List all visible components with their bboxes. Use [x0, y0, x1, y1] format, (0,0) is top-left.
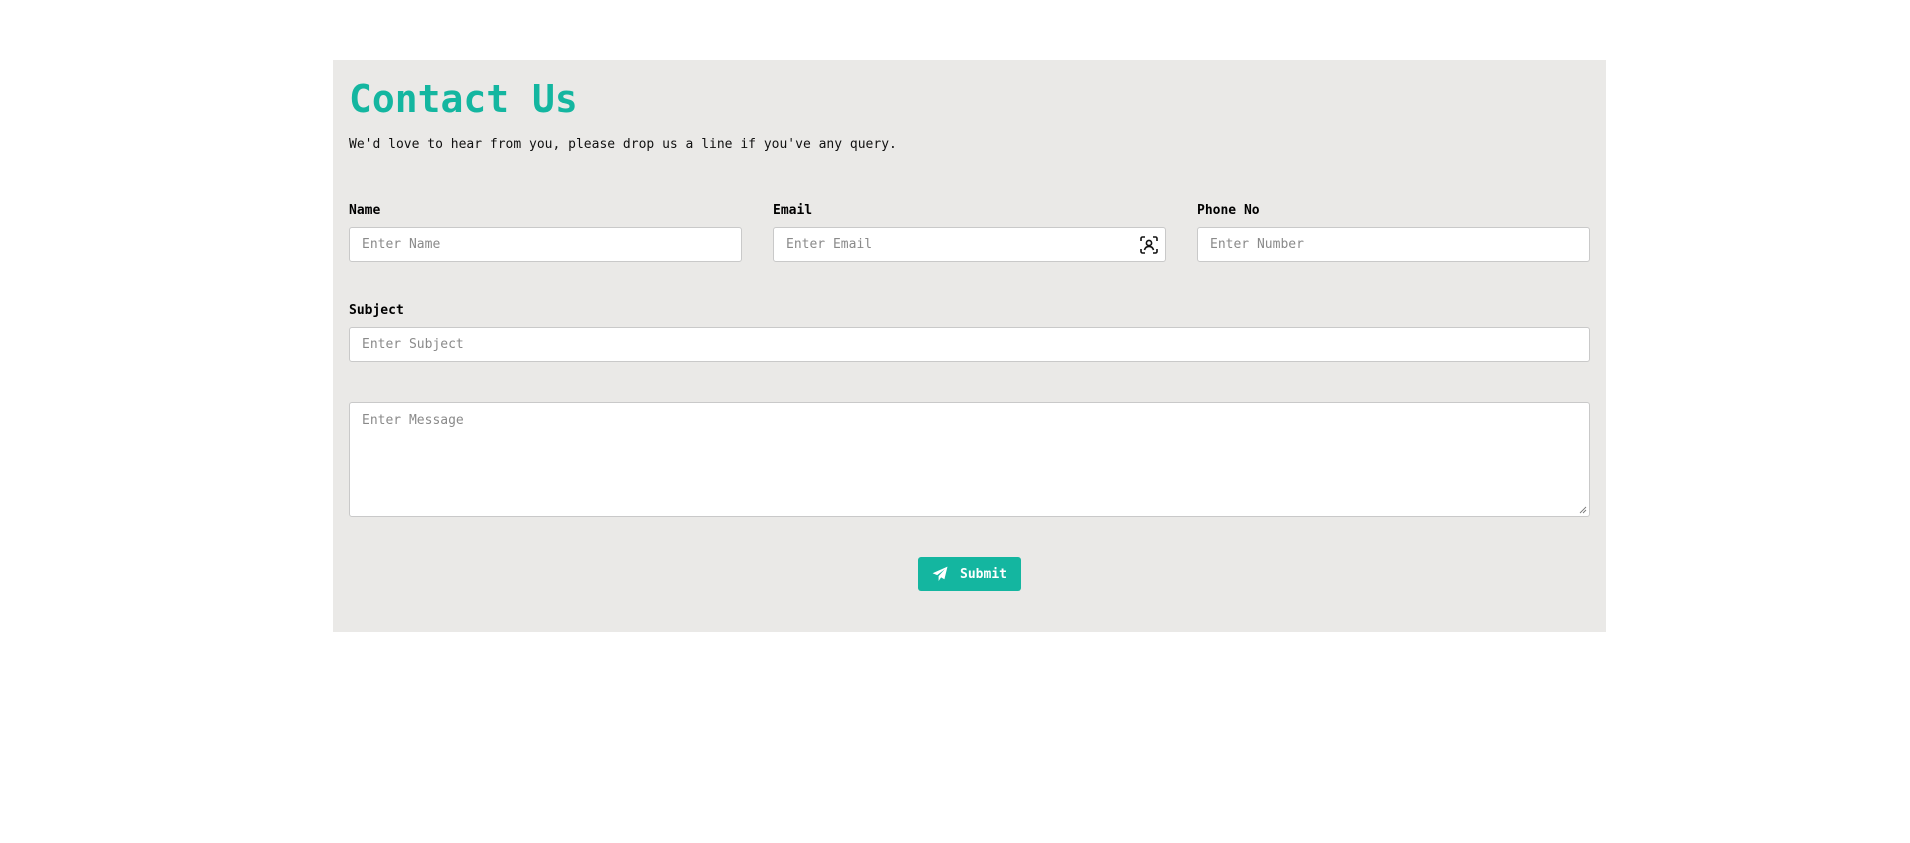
resize-handle-icon[interactable]: [1579, 506, 1587, 514]
subject-label: Subject: [349, 303, 404, 318]
contact-card-icon[interactable]: [1140, 236, 1158, 254]
subject-field-group: Subject: [349, 303, 1590, 362]
email-input-wrapper: [773, 227, 1166, 262]
message-textarea-wrapper: [349, 402, 1590, 517]
name-label: Name: [349, 203, 381, 218]
name-input[interactable]: [350, 228, 741, 261]
email-field-group: Email: [773, 203, 1166, 262]
submit-button[interactable]: Submit: [918, 557, 1021, 591]
subject-row: Subject: [349, 303, 1590, 362]
subject-input[interactable]: [350, 328, 1589, 361]
contact-details-row: Name Email Phone No: [349, 203, 1590, 262]
message-row: [349, 402, 1590, 517]
name-input-wrapper: [349, 227, 742, 262]
name-field-group: Name: [349, 203, 742, 262]
submit-label: Submit: [960, 566, 1007, 582]
page-title: Contact Us: [349, 77, 578, 121]
phone-input-wrapper: [1197, 227, 1590, 262]
contact-form-panel: Contact Us We'd love to hear from you, p…: [333, 60, 1606, 632]
message-textarea[interactable]: [350, 403, 1589, 516]
phone-field-group: Phone No: [1197, 203, 1590, 262]
subject-input-wrapper: [349, 327, 1590, 362]
email-input[interactable]: [774, 228, 1165, 261]
email-label: Email: [773, 203, 813, 218]
paper-plane-icon: [932, 566, 948, 581]
phone-label: Phone No: [1197, 203, 1260, 218]
phone-input[interactable]: [1198, 228, 1589, 261]
page-subtitle: We'd love to hear from you, please drop …: [349, 137, 897, 152]
